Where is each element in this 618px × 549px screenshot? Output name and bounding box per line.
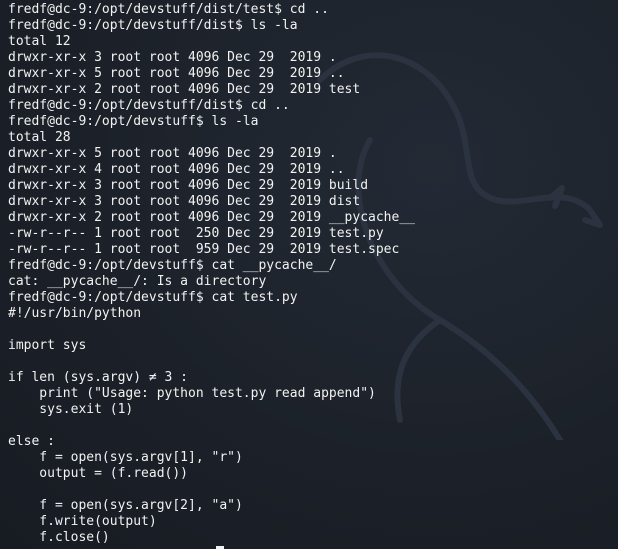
terminal-line: drwxr-xr-x 3 root root 4096 Dec 29 2019 … [8, 50, 337, 65]
terminal-line: fredf@dc-9:/opt/devstuff/dist/test$ cd .… [8, 2, 329, 17]
terminal-line: fredf@dc-9:/opt/devstuff$ cat test.py [8, 290, 298, 305]
terminal-line: fredf@dc-9:/opt/devstuff/dist$ cd .. [8, 98, 290, 113]
terminal-line: else : [8, 434, 55, 449]
terminal-line: f.write(output) [8, 514, 157, 529]
terminal-line: drwxr-xr-x 3 root root 4096 Dec 29 2019 … [8, 178, 369, 193]
terminal-line: fredf@dc-9:/opt/devstuff/dist$ ls -la [8, 18, 298, 33]
terminal-output: fredf@dc-9:/opt/devstuff/dist/test$ cd .… [8, 2, 618, 549]
terminal-line: print ("Usage: python test.py read appen… [8, 386, 376, 401]
terminal-line: -rw-r--r-- 1 root root 250 Dec 29 2019 t… [8, 226, 384, 241]
terminal-line: f = open(sys.argv[1], "r") [8, 450, 243, 465]
terminal-line: cat: __pycache__/: Is a directory [8, 274, 267, 289]
terminal-line: drwxr-xr-x 4 root root 4096 Dec 29 2019 … [8, 162, 345, 177]
terminal-line: drwxr-xr-x 3 root root 4096 Dec 29 2019 … [8, 194, 361, 209]
terminal-line: output = (f.read()) [8, 466, 189, 481]
terminal-line: f = open(sys.argv[2], "a") [8, 498, 243, 513]
terminal-line: total 28 [8, 130, 71, 145]
terminal-window[interactable]: fredf@dc-9:/opt/devstuff/dist/test$ cd .… [0, 0, 618, 549]
terminal-line: fredf@dc-9:/opt/devstuff$ ls -la [8, 114, 259, 129]
terminal-line: import sys [8, 338, 87, 353]
terminal-line: f.close() [8, 530, 110, 545]
terminal-line: fredf@dc-9:/opt/devstuff$ cat __pycache_… [8, 258, 337, 273]
terminal-line: #!/usr/bin/python [8, 306, 142, 321]
terminal-line: drwxr-xr-x 5 root root 4096 Dec 29 2019 … [8, 66, 345, 81]
terminal-line: total 12 [8, 34, 71, 49]
terminal-line: -rw-r--r-- 1 root root 959 Dec 29 2019 t… [8, 242, 400, 257]
terminal-line: drwxr-xr-x 5 root root 4096 Dec 29 2019 … [8, 146, 337, 161]
terminal-line: sys.exit (1) [8, 402, 134, 417]
terminal-line: if len (sys.argv) ≠ 3 : [8, 370, 189, 385]
terminal-line: drwxr-xr-x 2 root root 4096 Dec 29 2019 … [8, 82, 361, 97]
terminal-line: drwxr-xr-x 2 root root 4096 Dec 29 2019 … [8, 210, 415, 225]
